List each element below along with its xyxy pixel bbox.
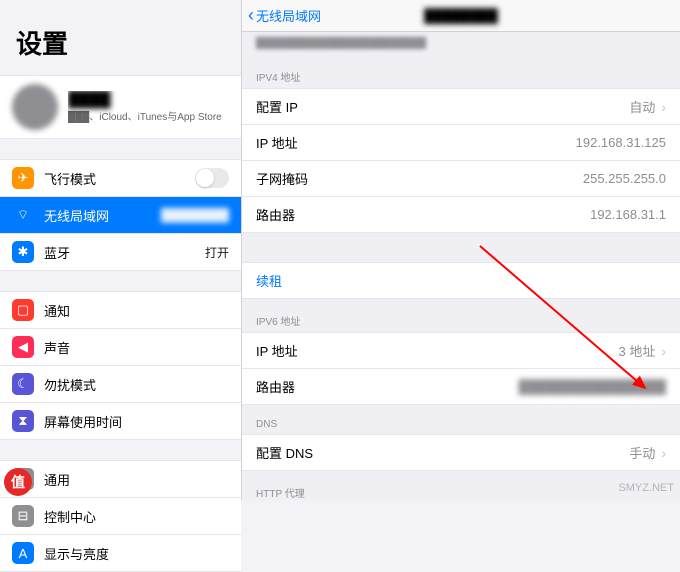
profile-sub: ███、iCloud、iTunes与App Store [68,108,229,123]
sidebar-label: 勿扰模式 [44,375,229,394]
sidebar-item-控制中心[interactable]: ⊟ 控制中心 [0,498,241,535]
row-路由器: 路由器████████████████ [242,369,680,404]
sidebar-label: 无线局域网 [44,206,161,225]
sidebar-icon: ⌔ [12,204,34,226]
row-label: IP 地址 [256,341,618,360]
sidebar-group-2: ▢ 通知 ◀ 声音 ☾ 勿扰模式 ⧗ 屏幕使用时间 [0,291,241,440]
back-label: 无线局域网 [256,6,321,25]
sidebar-icon: ⊟ [12,505,34,527]
chevron-right-icon: › [661,99,666,115]
sidebar-item-通用[interactable]: ⚙通用 [0,461,241,498]
sidebar-icon: ▢ [12,299,34,321]
profile-name: ████ [68,91,229,108]
sidebar-item-显示与亮度[interactable]: A 显示与亮度 [0,535,241,571]
sidebar-label: 显示与亮度 [44,544,229,563]
row-label: 路由器 [256,377,519,396]
sidebar-icon: ✱ [12,241,34,263]
row-label: 子网掩码 [256,169,583,188]
proxy-header: HTTP 代理 [242,471,680,500]
detail-pane: ‹ 无线局域网 ████████ ███████████████████████… [242,0,680,500]
sidebar-label: 屏幕使用时间 [44,412,229,431]
sidebar-icon: ✈ [12,167,34,189]
sidebar-item-声音[interactable]: ◀ 声音 [0,329,241,366]
sidebar-item-飞行模式[interactable]: ✈ 飞行模式 [0,160,241,197]
row-label: IP 地址 [256,133,576,152]
sidebar-value: 打开 [205,244,229,261]
renew-lease-button[interactable]: 续租 [242,263,680,298]
sidebar-icon: ◀ [12,336,34,358]
site-badge: 值 [4,468,32,496]
row-子网掩码: 子网掩码255.255.255.0 [242,161,680,197]
sidebar-icon: A [12,542,34,564]
sidebar-value: ████████ [161,208,229,222]
sidebar-item-勿扰模式[interactable]: ☾ 勿扰模式 [0,366,241,403]
sidebar-icon: ⧗ [12,410,34,432]
settings-sidebar: 设置 ████ ███、iCloud、iTunes与App Store ✈ 飞行模… [0,0,242,500]
chevron-right-icon: › [661,445,666,461]
avatar [12,84,58,130]
ipv4-group: 配置 IP自动›IP 地址192.168.31.125子网掩码255.255.2… [242,88,680,233]
chevron-left-icon: ‹ [248,5,254,26]
hint-text: ████████████████████████ [242,32,680,55]
airplane-switch[interactable] [195,168,229,188]
sidebar-item-屏幕使用时间[interactable]: ⧗ 屏幕使用时间 [0,403,241,439]
ipv4-header: IPV4 地址 [242,55,680,88]
row-label: 路由器 [256,205,590,224]
settings-title: 设置 [0,0,241,75]
sidebar-label: 蓝牙 [44,243,205,262]
row-value: 192.168.31.1 [590,207,666,222]
sidebar-item-无线局域网[interactable]: ⌔ 无线局域网████████ [0,197,241,234]
ipv6-group: IP 地址3 地址 › 路由器████████████████ [242,332,680,405]
row-value: 3 地址 [618,341,655,360]
sidebar-label: 控制中心 [44,507,229,526]
back-button[interactable]: ‹ 无线局域网 [248,5,321,26]
row-label: 配置 IP [256,97,629,116]
detail-scroll[interactable]: ████████████████████████ IPV4 地址 配置 IP自动… [242,32,680,500]
row-value: 自动 [629,97,655,116]
row-IP 地址: IP 地址192.168.31.125 [242,125,680,161]
ipv6-header: IPV6 地址 [242,299,680,332]
row-IP 地址[interactable]: IP 地址3 地址 › [242,333,680,369]
sidebar-item-蓝牙[interactable]: ✱ 蓝牙打开 [0,234,241,270]
row-路由器: 路由器192.168.31.1 [242,197,680,232]
dns-header: DNS [242,405,680,434]
row-配置 IP[interactable]: 配置 IP自动 › [242,89,680,125]
sidebar-group-1: ✈ 飞行模式 ⌔ 无线局域网████████ ✱ 蓝牙打开 [0,159,241,271]
nav-bar: ‹ 无线局域网 ████████ [242,0,680,32]
sidebar-label: 通知 [44,301,229,320]
row-value: 手动 [629,443,655,462]
chevron-right-icon: › [661,343,666,359]
sidebar-label: 声音 [44,338,229,357]
row-value: 192.168.31.125 [576,135,666,150]
row-value: ████████████████ [519,379,666,394]
dns-group: 配置 DNS手动 › [242,434,680,471]
row-配置 DNS[interactable]: 配置 DNS手动 › [242,435,680,470]
sidebar-group-3: ⚙通用 ⊟ 控制中心 A 显示与亮度 [0,460,241,572]
watermark: SMYZ.NET [618,482,674,494]
sidebar-label: 飞行模式 [44,169,195,188]
renew-group: 续租 [242,262,680,299]
sidebar-icon: ☾ [12,373,34,395]
sidebar-label: 通用 [44,470,229,489]
sidebar-item-通知[interactable]: ▢ 通知 [0,292,241,329]
row-label: 配置 DNS [256,443,629,462]
profile-row[interactable]: ████ ███、iCloud、iTunes与App Store [0,75,241,139]
row-value: 255.255.255.0 [583,171,666,186]
